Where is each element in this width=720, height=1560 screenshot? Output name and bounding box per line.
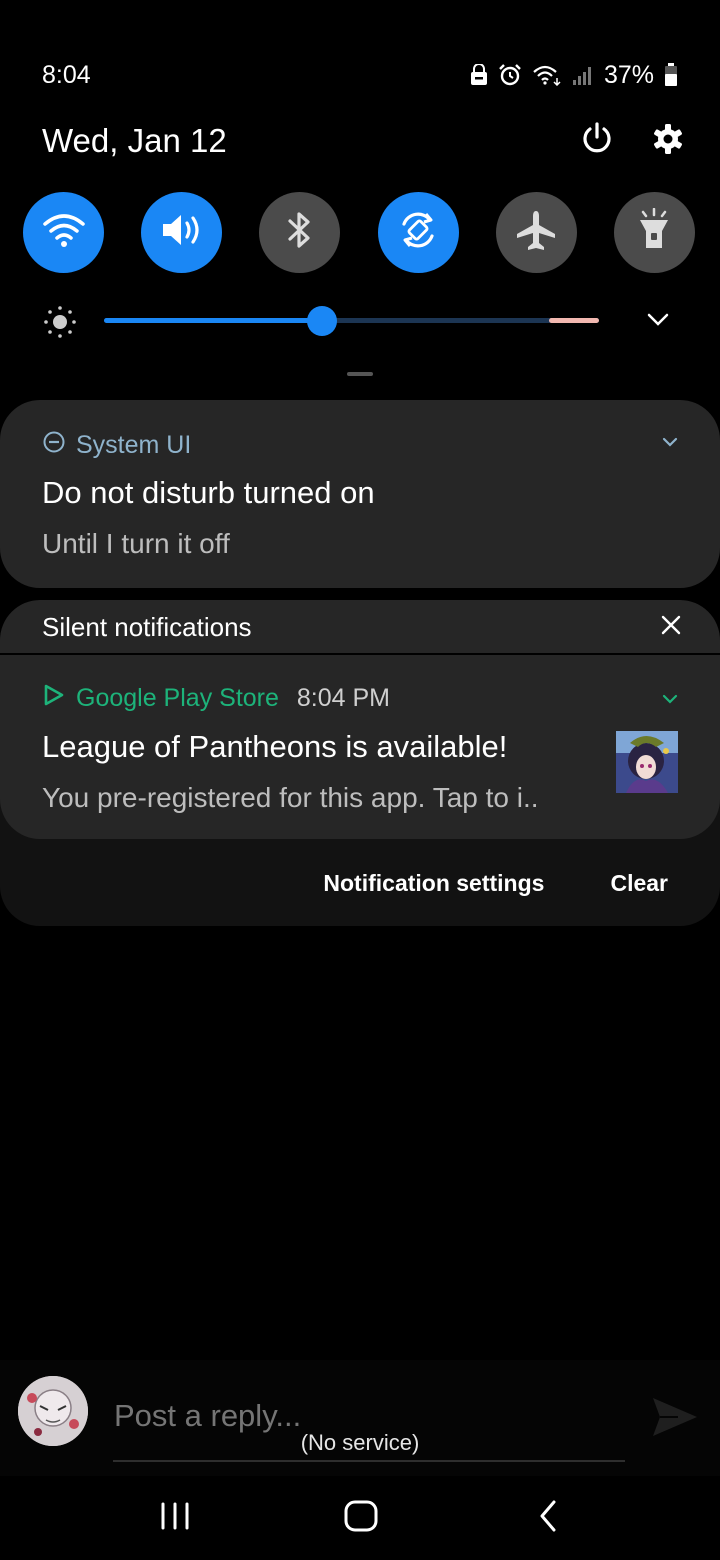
play-store-notification[interactable]: Google Play Store 8:04 PM League of Pant… (0, 655, 720, 839)
notification-title: League of Pantheons is available! (42, 729, 508, 764)
chevron-down-icon[interactable] (660, 691, 680, 712)
system-ui-notification[interactable]: System UI Do not disturb turned on Until… (0, 400, 720, 588)
speaker-icon (160, 212, 204, 253)
date-row: Wed, Jan 12 (42, 118, 684, 164)
auto-rotate-icon (396, 208, 440, 257)
notification-settings-button[interactable]: Notification settings (323, 870, 544, 897)
airplane-icon (514, 208, 558, 257)
send-icon[interactable] (650, 1392, 700, 1447)
chevron-down-icon[interactable] (646, 308, 670, 337)
chevron-down-icon[interactable] (660, 434, 680, 455)
home-icon[interactable] (342, 1496, 380, 1541)
service-status: (No service) (300, 1430, 420, 1455)
navigation-bar (0, 1476, 720, 1560)
battery-icon (664, 63, 678, 87)
notification-title: Do not disturb turned on (42, 475, 375, 510)
back-icon[interactable] (532, 1496, 566, 1541)
brightness-slider-fill (104, 318, 322, 323)
notification-app-row: System UI (42, 430, 191, 461)
airplane-mode-toggle[interactable] (495, 192, 577, 273)
close-icon[interactable] (658, 612, 684, 643)
notification-footer: Notification settings Clear (323, 870, 668, 897)
wifi-icon (532, 64, 562, 86)
alarm-icon (498, 63, 522, 87)
quick-toggles (23, 192, 695, 273)
notification-app-name: System UI (76, 431, 192, 459)
reply-input[interactable] (114, 1398, 584, 1434)
auto-rotate-toggle[interactable] (377, 192, 459, 273)
reply-input-underline (113, 1460, 625, 1462)
sound-toggle[interactable] (141, 192, 223, 273)
bluetooth-icon (285, 210, 315, 255)
notification-app-row: Google Play Store 8:04 PM (42, 683, 390, 714)
clear-button[interactable]: Clear (610, 870, 668, 897)
reply-bar: (No service) (0, 1360, 720, 1476)
brightness-slider[interactable] (104, 306, 599, 336)
brightness-slider-thumb[interactable] (306, 306, 337, 336)
silent-notifications-header: Silent notifications (0, 600, 720, 654)
bluetooth-toggle[interactable] (259, 192, 341, 273)
app-thumbnail-image (616, 731, 678, 793)
silent-notifications-group: Silent notifications Google Play Store 8… (0, 600, 720, 926)
status-bar: 8:04 37% (42, 58, 678, 92)
wifi-icon (42, 212, 86, 253)
brightness-row (42, 300, 670, 340)
status-icons: 37% (470, 61, 678, 90)
play-store-icon (42, 683, 66, 714)
dnd-minus-icon (42, 430, 66, 461)
notification-text: You pre-registered for this app. Tap to … (42, 782, 539, 813)
silent-notifications-title: Silent notifications (42, 612, 252, 642)
notification-text: Until I turn it off (42, 528, 230, 559)
signal-icon (572, 64, 594, 86)
flashlight-toggle[interactable] (613, 192, 695, 273)
brightness-sun-icon (42, 304, 78, 345)
battery-percent: 37% (603, 60, 654, 89)
recent-apps-icon[interactable] (158, 1496, 192, 1541)
gear-icon[interactable] (652, 123, 684, 160)
notification-time: 8:04 PM (296, 684, 391, 712)
notification-app-name: Google Play Store (76, 684, 279, 712)
flashlight-icon (638, 207, 670, 257)
wifi-toggle[interactable] (23, 192, 104, 273)
status-time: 8:04 (42, 60, 91, 89)
power-icon[interactable] (580, 121, 614, 161)
brightness-high-zone (549, 318, 599, 323)
panel-drag-handle[interactable] (347, 372, 373, 376)
header-actions (580, 121, 684, 161)
date-text: Wed, Jan 12 (42, 122, 227, 159)
dnd-lock-icon (470, 64, 488, 86)
